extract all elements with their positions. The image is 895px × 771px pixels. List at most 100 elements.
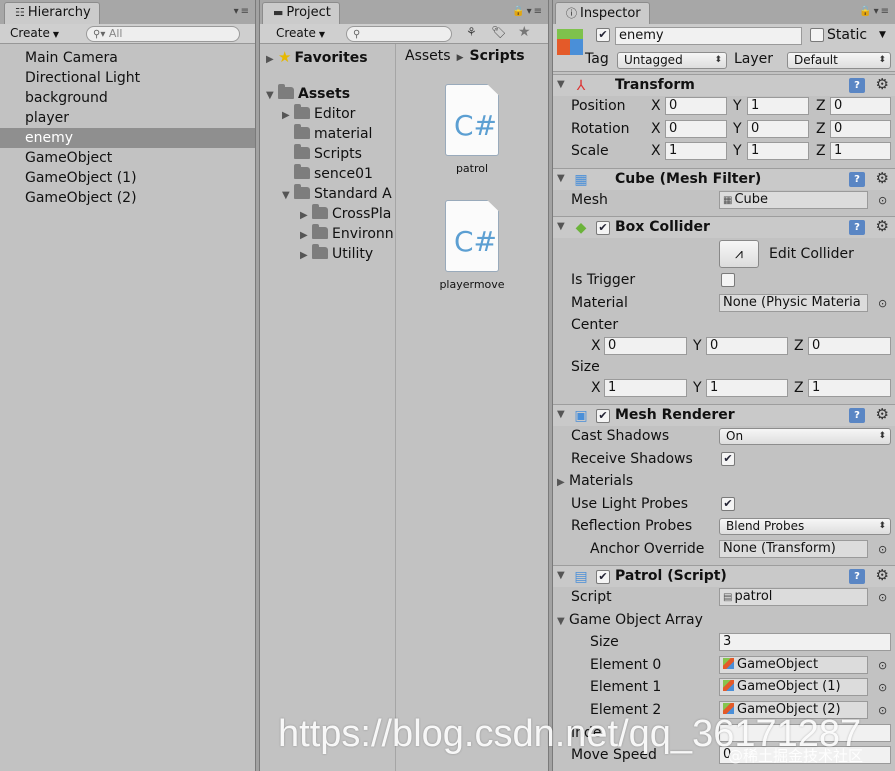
help-book-icon[interactable]: ? bbox=[849, 220, 865, 235]
collapse-arrow-icon[interactable]: ▼ bbox=[557, 409, 569, 420]
hierarchy-item-background[interactable]: background bbox=[0, 88, 255, 108]
hierarchy-tab[interactable]: ☷ Hierarchy bbox=[4, 2, 100, 24]
expand-arrow-icon[interactable]: ▶ bbox=[282, 106, 294, 126]
collider-material-field[interactable]: None (Physic Materia bbox=[719, 294, 868, 312]
filter-by-label-icon[interactable]: 🏷 bbox=[491, 25, 506, 39]
file-patrol[interactable]: C# patrol bbox=[422, 84, 522, 175]
array-size-field[interactable]: 3 bbox=[719, 633, 891, 651]
cast-shadows-dropdown[interactable]: On ⬍ bbox=[719, 428, 891, 445]
tree-standard-assets[interactable]: ▼ Standard A bbox=[282, 184, 392, 204]
active-checkbox[interactable]: ✔ bbox=[596, 28, 610, 42]
object-picker-icon[interactable]: ⊙ bbox=[878, 704, 887, 717]
script-object-field[interactable]: ▤ patrol bbox=[719, 588, 868, 606]
size-x-field[interactable]: 1 bbox=[604, 379, 687, 397]
tree-scripts[interactable]: Scripts bbox=[294, 144, 362, 164]
object-picker-icon[interactable]: ⊙ bbox=[878, 681, 887, 694]
size-z-field[interactable]: 1 bbox=[808, 379, 891, 397]
object-picker-icon[interactable]: ⊙ bbox=[878, 543, 887, 556]
center-z-field[interactable]: 0 bbox=[808, 337, 891, 355]
breadcrumb-assets[interactable]: Assets bbox=[405, 48, 451, 64]
gear-icon[interactable]: ⚙ bbox=[876, 566, 889, 584]
help-book-icon[interactable]: ? bbox=[849, 78, 865, 93]
element-0-field[interactable]: GameObject bbox=[719, 656, 868, 674]
rotation-x-field[interactable]: 0 bbox=[665, 120, 727, 138]
gear-icon[interactable]: ⚙ bbox=[876, 75, 889, 93]
object-name-input[interactable]: enemy bbox=[615, 27, 802, 45]
mesh-object-field[interactable]: ▦ Cube bbox=[719, 191, 868, 209]
collapse-arrow-icon[interactable]: ▼ bbox=[557, 79, 569, 90]
static-dropdown-icon[interactable]: ▼ bbox=[879, 30, 886, 40]
game-object-array-foldout[interactable]: ▼ Game Object Array bbox=[557, 612, 703, 628]
collapse-arrow-icon[interactable]: ▼ bbox=[557, 173, 569, 184]
project-create-button[interactable]: Create ▼ bbox=[276, 26, 325, 40]
tree-assets[interactable]: ▼ Assets bbox=[266, 84, 350, 104]
hierarchy-item-gameobject[interactable]: GameObject bbox=[0, 148, 255, 168]
object-picker-icon[interactable]: ⊙ bbox=[878, 659, 887, 672]
rotation-z-field[interactable]: 0 bbox=[830, 120, 891, 138]
expand-arrow-icon[interactable]: ▶ bbox=[557, 477, 569, 488]
gear-icon[interactable]: ⚙ bbox=[876, 217, 889, 235]
hierarchy-item-enemy[interactable]: enemy bbox=[0, 128, 255, 148]
tree-environment[interactable]: ▶ Environn bbox=[300, 224, 394, 244]
collapse-arrow-icon[interactable]: ▼ bbox=[557, 221, 569, 232]
tree-crossplatform[interactable]: ▶ CrossPla bbox=[300, 204, 391, 224]
box-collider-component-header[interactable]: ▼ ◆ ✔ Box Collider ? ⚙ bbox=[553, 216, 895, 238]
center-y-field[interactable]: 0 bbox=[706, 337, 788, 355]
object-picker-icon[interactable]: ⊙ bbox=[878, 297, 887, 310]
anchor-override-field[interactable]: None (Transform) bbox=[719, 540, 868, 558]
expand-arrow-icon[interactable]: ▶ bbox=[300, 246, 312, 266]
help-book-icon[interactable]: ? bbox=[849, 569, 865, 584]
mesh-filter-component-header[interactable]: ▼ ▦ Cube (Mesh Filter) ? ⚙ bbox=[553, 168, 895, 190]
layer-dropdown[interactable]: Default ⬍ bbox=[787, 52, 891, 69]
collapse-arrow-icon[interactable]: ▼ bbox=[266, 86, 278, 106]
hierarchy-item-gameobject-2[interactable]: GameObject (2) bbox=[0, 188, 255, 208]
reflection-probes-dropdown[interactable]: Blend Probes ⬍ bbox=[719, 518, 891, 535]
use-light-probes-checkbox[interactable]: ✔ bbox=[721, 497, 735, 511]
inspector-tab[interactable]: ⓘ Inspector bbox=[555, 2, 650, 24]
hierarchy-item-player[interactable]: player bbox=[0, 108, 255, 128]
gear-icon[interactable]: ⚙ bbox=[876, 405, 889, 423]
hierarchy-item-main-camera[interactable]: Main Camera bbox=[0, 48, 255, 68]
hierarchy-item-directional-light[interactable]: Directional Light bbox=[0, 68, 255, 88]
filter-by-type-icon[interactable]: ⚘ bbox=[466, 25, 477, 39]
edit-collider-button[interactable]: ⩘ bbox=[719, 240, 759, 268]
help-book-icon[interactable]: ? bbox=[849, 172, 865, 187]
object-picker-icon[interactable]: ⊙ bbox=[878, 194, 887, 207]
expand-arrow-icon[interactable]: ▶ bbox=[266, 50, 278, 70]
tree-favorites[interactable]: ▶ ★ Favorites bbox=[266, 47, 368, 67]
patrol-script-component-header[interactable]: ▼ ▤ ✔ Patrol (Script) ? ⚙ bbox=[553, 565, 895, 587]
project-tab[interactable]: ▬ Project bbox=[262, 2, 340, 24]
project-search-input[interactable]: ⚲ bbox=[346, 26, 452, 42]
favorite-star-icon[interactable]: ★ bbox=[518, 24, 531, 40]
help-book-icon[interactable]: ? bbox=[849, 408, 865, 423]
tag-dropdown[interactable]: Untagged ⬍ bbox=[617, 52, 727, 69]
position-y-field[interactable]: 1 bbox=[747, 97, 809, 115]
lock-menu-icon[interactable]: 🔒▾≡ bbox=[512, 6, 544, 17]
scale-y-field[interactable]: 1 bbox=[747, 142, 809, 160]
tree-editor[interactable]: ▶ Editor bbox=[282, 104, 355, 124]
materials-foldout[interactable]: ▶ Materials bbox=[557, 473, 633, 489]
expand-arrow-icon[interactable]: ▶ bbox=[300, 226, 312, 246]
rotation-y-field[interactable]: 0 bbox=[747, 120, 809, 138]
tree-utility[interactable]: ▶ Utility bbox=[300, 244, 373, 264]
center-x-field[interactable]: 0 bbox=[604, 337, 687, 355]
lock-menu-icon[interactable]: 🔒▾≡ bbox=[859, 6, 891, 17]
hierarchy-item-gameobject-1[interactable]: GameObject (1) bbox=[0, 168, 255, 188]
expand-arrow-icon[interactable]: ▶ bbox=[300, 206, 312, 226]
scale-x-field[interactable]: 1 bbox=[665, 142, 727, 160]
scale-z-field[interactable]: 1 bbox=[830, 142, 891, 160]
mesh-renderer-enabled-checkbox[interactable]: ✔ bbox=[596, 409, 610, 423]
receive-shadows-checkbox[interactable]: ✔ bbox=[721, 452, 735, 466]
collapse-arrow-icon[interactable]: ▼ bbox=[557, 570, 569, 581]
gear-icon[interactable]: ⚙ bbox=[876, 169, 889, 187]
tree-material[interactable]: material bbox=[294, 124, 372, 144]
size-y-field[interactable]: 1 bbox=[706, 379, 788, 397]
panel-menu-icon[interactable]: ▾≡ bbox=[234, 6, 251, 17]
position-z-field[interactable]: 0 bbox=[830, 97, 891, 115]
is-trigger-checkbox[interactable] bbox=[721, 273, 735, 287]
object-picker-icon[interactable]: ⊙ bbox=[878, 591, 887, 604]
collapse-arrow-icon[interactable]: ▼ bbox=[557, 616, 569, 627]
tree-sence01[interactable]: sence01 bbox=[294, 164, 373, 184]
mesh-renderer-component-header[interactable]: ▼ ▣ ✔ Mesh Renderer ? ⚙ bbox=[553, 404, 895, 426]
patrol-enabled-checkbox[interactable]: ✔ bbox=[596, 570, 610, 584]
